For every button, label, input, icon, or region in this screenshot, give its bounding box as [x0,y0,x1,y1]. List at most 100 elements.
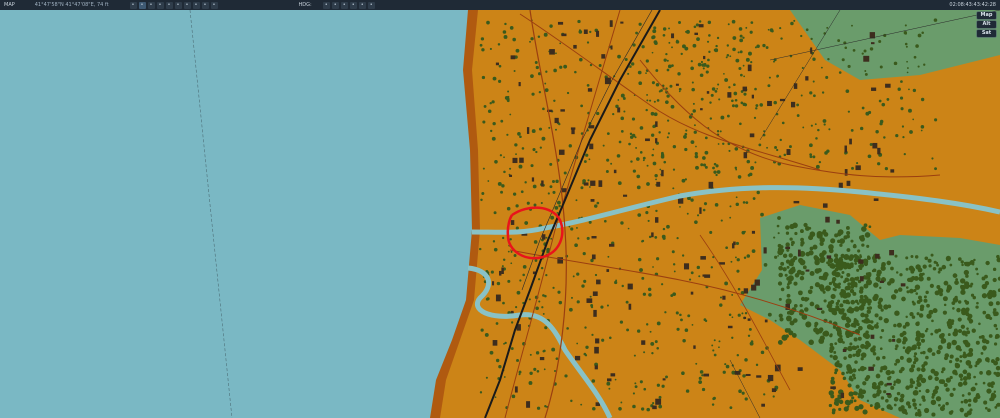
building [661,169,664,177]
fit-icon[interactable]: • [358,2,366,9]
tree [750,166,755,170]
tree [481,191,485,195]
ruler-icon[interactable]: • [156,2,164,9]
tree [656,347,659,350]
tree [799,229,804,234]
tree [731,294,734,296]
tree [867,154,872,159]
tree [627,227,630,230]
building [655,217,659,223]
map-canvas[interactable] [0,10,1000,418]
tree [738,389,742,394]
tree [528,298,531,301]
cursor-icon[interactable]: • [129,2,137,9]
building [574,355,581,361]
eye-icon[interactable]: • [201,2,209,9]
tree [709,230,713,234]
building [836,219,840,224]
tree [670,104,675,109]
grid-icon[interactable]: • [138,2,146,9]
tree [846,272,851,277]
tree [869,325,875,331]
building [588,125,595,129]
building [826,255,832,259]
tree [497,43,501,46]
pin-icon[interactable]: • [192,2,200,9]
layers-icon[interactable]: • [210,2,218,9]
tree [966,353,971,357]
layer-alt-button[interactable]: Alt [977,21,996,28]
tree [969,284,973,288]
flag-icon[interactable]: • [183,2,191,9]
building [587,88,593,92]
tree [916,300,921,304]
tree [549,185,553,189]
tree [652,161,657,166]
zoom-in-icon[interactable]: • [331,2,339,9]
tree [805,28,809,32]
tree [786,265,790,269]
search-icon[interactable]: • [349,2,357,9]
layer-map-button[interactable]: Map [977,12,996,19]
target-icon[interactable]: • [165,2,173,9]
arrow-icon[interactable]: • [322,2,330,9]
tree [658,395,662,399]
tree [856,345,860,349]
tree [517,132,521,136]
tree [563,171,567,175]
tree [916,379,920,383]
tree [518,164,523,169]
tree [651,153,654,157]
tree [844,46,848,50]
tree [880,396,885,400]
tree [498,365,502,369]
circle-icon[interactable]: • [147,2,155,9]
tree [780,318,783,322]
tree [544,326,548,330]
tree [960,400,964,404]
tree [949,263,953,267]
building [586,298,593,303]
tree [938,333,945,339]
tree [778,313,783,318]
tree [676,237,679,240]
tree [949,375,953,380]
building [868,366,874,371]
building [549,49,555,55]
tree [522,264,527,269]
tree [920,97,925,102]
layer-sat-button[interactable]: Sat [977,30,996,37]
tree [711,403,715,406]
tree [828,281,833,286]
tree [845,371,849,374]
tree [500,119,504,123]
tree [914,406,918,410]
tree [713,339,716,342]
tree [947,333,951,337]
waypoint-icon[interactable]: • [174,2,182,9]
building [849,138,852,145]
building [877,147,881,155]
tree [645,59,649,63]
tree [925,355,929,360]
tree [672,144,677,149]
tree [641,276,645,280]
tree [739,38,744,43]
building [797,367,803,371]
tree [487,180,490,182]
measure-icon[interactable]: • [367,2,375,9]
tree [513,254,517,257]
zoom-out-icon[interactable]: • [340,2,348,9]
tree [878,99,882,103]
tree [481,75,486,80]
tree [682,339,686,343]
tree [976,301,979,305]
tree [485,297,489,301]
tree [666,94,670,98]
tree [596,111,600,116]
tree [516,358,520,362]
building [558,149,565,155]
tree [913,355,917,358]
tree [667,64,672,69]
tree [980,335,985,339]
